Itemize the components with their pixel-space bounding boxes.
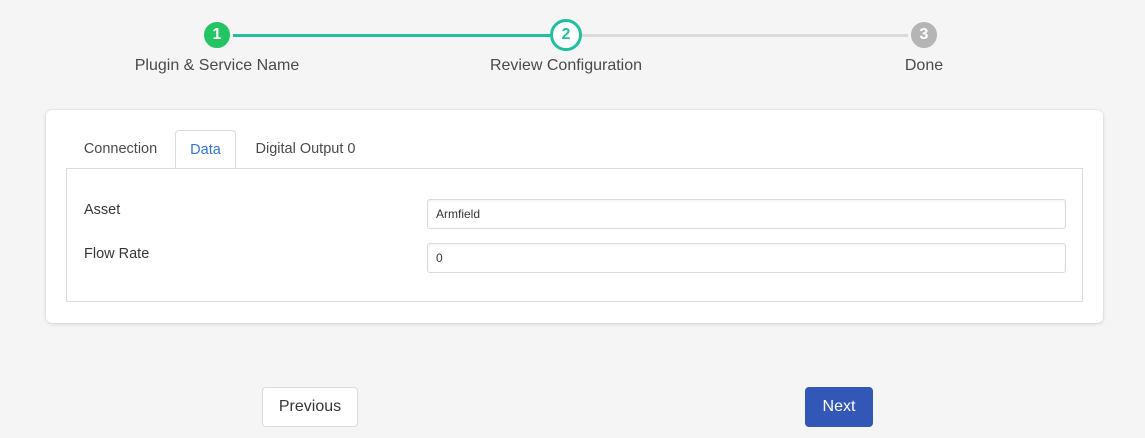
flow-rate-input[interactable] — [427, 243, 1066, 273]
step-2-indicator: 2 — [550, 19, 582, 51]
flow-rate-label: Flow Rate — [84, 246, 150, 262]
asset-label: Asset — [84, 202, 121, 218]
configuration-card: Connection Data Digital Output 0 Asset F… — [46, 110, 1103, 323]
tab-digital-output-0[interactable]: Digital Output 0 — [236, 130, 375, 168]
config-tabs: Connection Data Digital Output 0 — [66, 130, 375, 169]
previous-button[interactable]: Previous — [262, 387, 358, 427]
step-3-number: 3 — [919, 26, 929, 43]
asset-input[interactable] — [427, 199, 1066, 229]
step-1-indicator: 1 — [201, 19, 233, 51]
tab-data[interactable]: Data — [175, 130, 236, 169]
step-3-indicator: 3 — [908, 19, 940, 51]
step-1-number: 1 — [212, 26, 222, 43]
stepper-progress-line-pending — [582, 34, 909, 37]
wizard-stepper: 1 2 3 Plugin & Service Name Review Confi… — [0, 0, 1145, 90]
tab-connection[interactable]: Connection — [66, 130, 175, 168]
step-3-label: Done — [904, 57, 944, 74]
data-tab-panel: Asset Flow Rate — [66, 168, 1083, 302]
next-button[interactable]: Next — [805, 387, 873, 427]
step-2-number: 2 — [561, 26, 571, 43]
step-1-label: Plugin & Service Name — [134, 57, 300, 74]
stepper-progress-line-completed — [217, 34, 550, 37]
step-2-label: Review Configuration — [489, 57, 643, 74]
